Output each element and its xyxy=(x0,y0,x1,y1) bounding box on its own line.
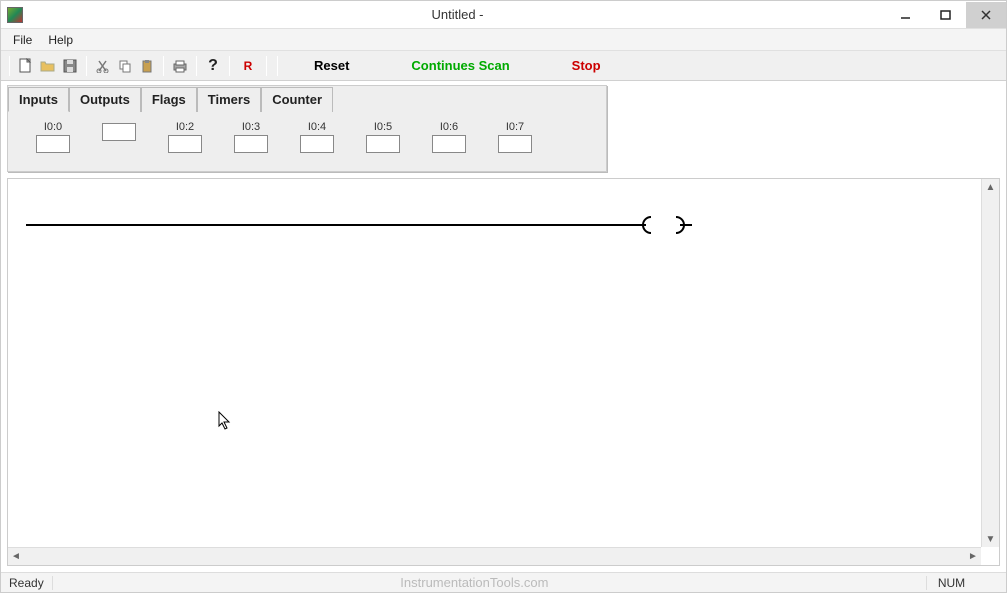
status-ready: Ready xyxy=(1,576,53,590)
horizontal-scrollbar[interactable]: ◄ ► xyxy=(8,547,981,565)
save-button[interactable] xyxy=(60,56,80,76)
close-button[interactable] xyxy=(966,2,1006,28)
io-panel: Inputs Outputs Flags Timers Counter I0:0… xyxy=(7,85,607,172)
input-item: I0:6 xyxy=(432,121,466,153)
scissors-icon xyxy=(96,59,110,73)
scroll-up-icon[interactable]: ▲ xyxy=(983,179,999,195)
input-item: I0:2 xyxy=(168,121,202,153)
r-button[interactable]: R xyxy=(236,56,260,76)
cut-button[interactable] xyxy=(93,56,113,76)
menu-bar: File Help xyxy=(1,29,1006,51)
tab-outputs[interactable]: Outputs xyxy=(69,87,141,112)
menu-file[interactable]: File xyxy=(5,31,40,49)
scroll-right-icon[interactable]: ► xyxy=(965,549,981,565)
app-icon xyxy=(7,7,23,23)
print-button[interactable] xyxy=(170,56,190,76)
ladder-canvas[interactable]: ▲ ▼ ◄ ► xyxy=(7,178,1000,566)
status-bar: Ready InstrumentationTools.com NUM xyxy=(1,572,1006,592)
tab-inputs[interactable]: Inputs xyxy=(8,87,69,112)
input-label: I0:0 xyxy=(44,121,62,133)
toolbar-separator xyxy=(277,56,278,76)
toolbar: ? R Reset Continues Scan Stop xyxy=(1,51,1006,81)
tab-row: Inputs Outputs Flags Timers Counter xyxy=(8,86,606,111)
open-folder-icon xyxy=(40,59,56,73)
input-label: I0:4 xyxy=(308,121,326,133)
input-label: I0:3 xyxy=(242,121,260,133)
toolbar-separator xyxy=(229,56,230,76)
toolbar-separator xyxy=(266,56,267,76)
stop-button[interactable]: Stop xyxy=(542,56,631,75)
input-label: I0:7 xyxy=(506,121,524,133)
printer-icon xyxy=(172,59,188,73)
window-title: Untitled - xyxy=(29,7,886,22)
inputs-row: I0:0 I0:2 I0:3 I0:4 I0:5 I0:6 I0:7 xyxy=(8,111,606,153)
help-button[interactable]: ? xyxy=(203,56,223,76)
toolbar-separator xyxy=(163,56,164,76)
reset-button[interactable]: Reset xyxy=(284,56,379,75)
input-box[interactable] xyxy=(36,135,70,153)
new-file-icon xyxy=(19,58,33,74)
close-icon xyxy=(980,9,992,21)
tab-timers[interactable]: Timers xyxy=(197,87,261,112)
scroll-left-icon[interactable]: ◄ xyxy=(8,549,24,565)
copy-button[interactable] xyxy=(115,56,135,76)
maximize-button[interactable] xyxy=(926,2,966,28)
title-bar: Untitled - xyxy=(1,1,1006,29)
vertical-scrollbar[interactable]: ▲ ▼ xyxy=(981,179,999,547)
scroll-down-icon[interactable]: ▼ xyxy=(983,531,999,547)
input-item: I0:0 xyxy=(36,121,70,153)
input-item: I0:3 xyxy=(234,121,268,153)
copy-icon xyxy=(118,59,132,73)
input-item: I0:5 xyxy=(366,121,400,153)
new-button[interactable] xyxy=(16,56,36,76)
minimize-icon xyxy=(900,9,912,21)
minimize-button[interactable] xyxy=(886,2,926,28)
tab-counter[interactable]: Counter xyxy=(261,87,333,112)
paste-button[interactable] xyxy=(137,56,157,76)
input-box[interactable] xyxy=(432,135,466,153)
menu-help[interactable]: Help xyxy=(40,31,81,49)
input-label: I0:6 xyxy=(440,121,458,133)
paste-icon xyxy=(140,59,154,73)
toolbar-separator xyxy=(196,56,197,76)
input-box[interactable] xyxy=(102,123,136,141)
input-box[interactable] xyxy=(366,135,400,153)
open-button[interactable] xyxy=(38,56,58,76)
input-box[interactable] xyxy=(168,135,202,153)
toolbar-separator xyxy=(86,56,87,76)
watermark-text: InstrumentationTools.com xyxy=(53,575,896,590)
input-box[interactable] xyxy=(498,135,532,153)
ladder-rung xyxy=(26,221,686,225)
input-item xyxy=(102,121,136,153)
input-label: I0:5 xyxy=(374,121,392,133)
input-item: I0:4 xyxy=(300,121,334,153)
maximize-icon xyxy=(940,9,952,21)
toolbar-separator xyxy=(9,56,10,76)
mouse-cursor-icon xyxy=(218,411,232,431)
input-box[interactable] xyxy=(234,135,268,153)
status-num: NUM xyxy=(926,576,976,590)
tab-flags[interactable]: Flags xyxy=(141,87,197,112)
save-disk-icon xyxy=(63,59,77,73)
input-box[interactable] xyxy=(300,135,334,153)
input-label: I0:2 xyxy=(176,121,194,133)
input-item: I0:7 xyxy=(498,121,532,153)
continues-scan-button[interactable]: Continues Scan xyxy=(381,56,539,75)
